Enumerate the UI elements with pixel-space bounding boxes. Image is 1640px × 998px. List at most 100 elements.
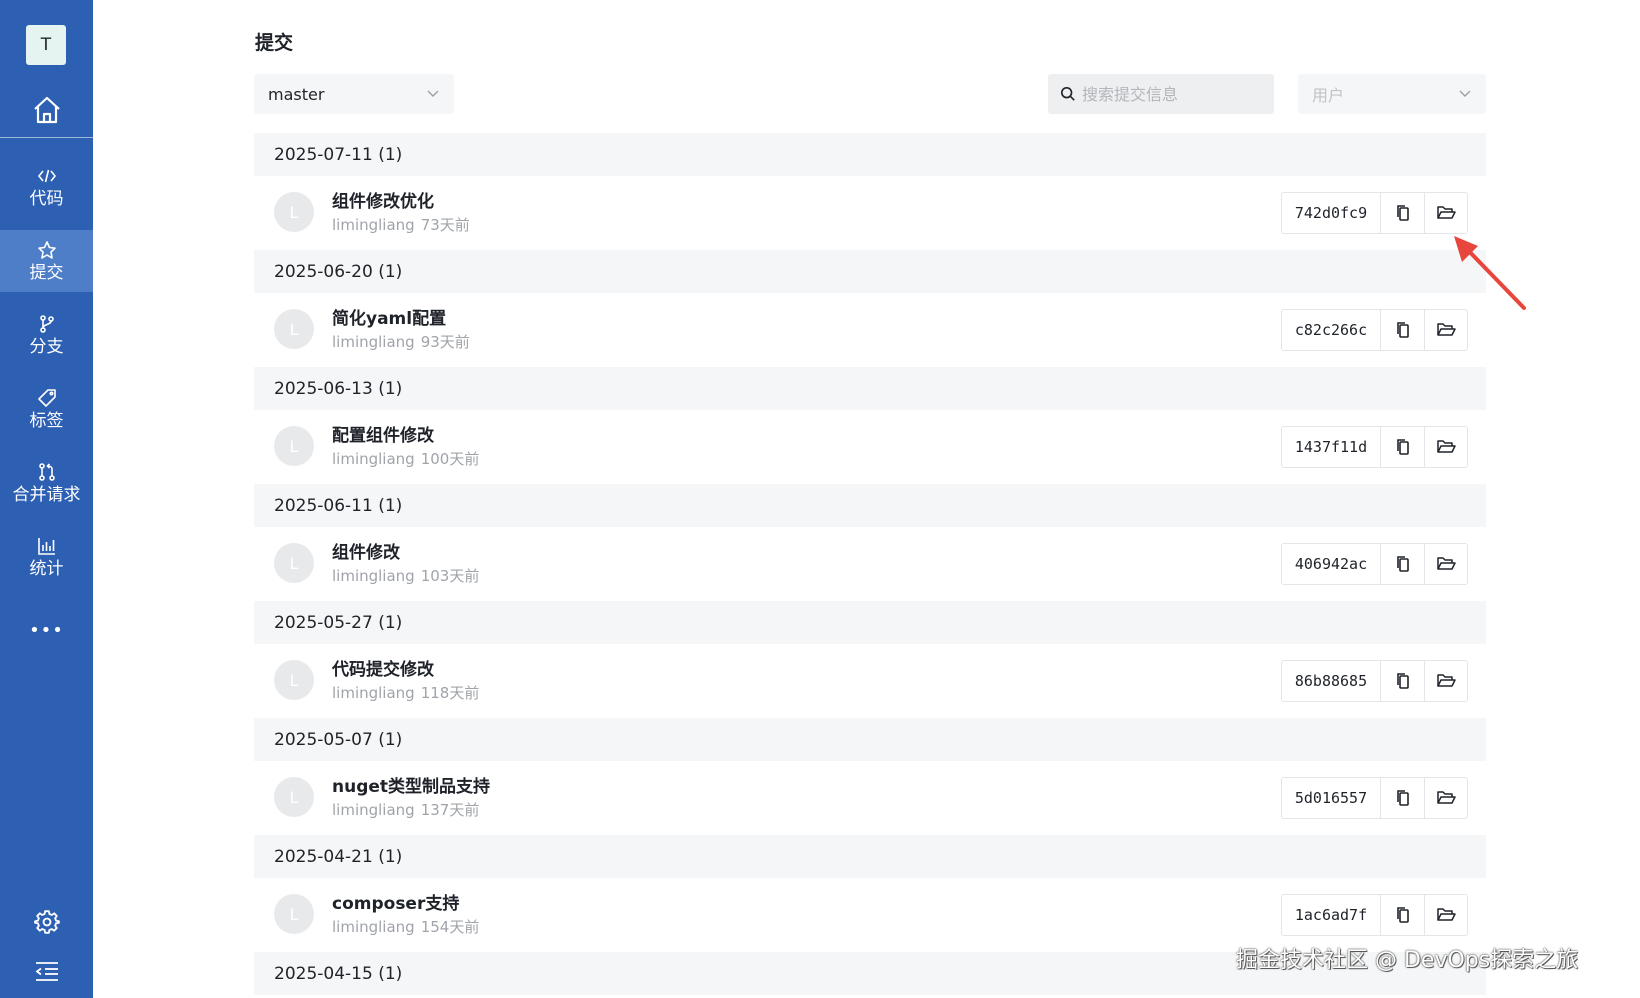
commit-hash-button[interactable]: 1437f11d [1282,427,1381,467]
commit-row[interactable]: L 配置组件修改 limingliang 100天前 1437f11d [254,410,1486,484]
date-group-header: 2025-05-07 (1) [254,718,1486,761]
branch-select[interactable]: master [254,74,454,114]
commit-message[interactable]: 组件修改优化 [332,187,434,212]
copy-icon [1396,205,1409,221]
date-group-header: 2025-04-21 (1) [254,835,1486,878]
chevron-down-icon [1459,90,1471,97]
commit-hash-button[interactable]: 86b88685 [1282,661,1381,701]
copy-hash-button[interactable] [1381,310,1424,350]
copy-icon [1396,439,1409,455]
branch-icon [39,314,54,333]
folder-open-icon [1437,908,1456,921]
commit-message[interactable]: 组件修改 [332,538,400,563]
commit-row[interactable]: L 代码提交修改 limingliang 118天前 86b88685 [254,644,1486,718]
chevron-down-icon [427,90,439,97]
browse-files-button[interactable] [1424,544,1467,584]
sidebar-item-label: 提交 [29,262,64,283]
author-avatar: L [274,894,314,934]
commit-meta: limingliang 118天前 [332,682,479,703]
tag-icon [37,388,56,407]
commit-meta: limingliang 93天前 [332,331,470,352]
commit-meta: limingliang 100天前 [332,448,479,469]
user-select-placeholder: 用户 [1312,86,1345,105]
commit-hash-button[interactable]: c82c266c [1282,310,1381,350]
copy-hash-button[interactable] [1381,661,1424,701]
author-avatar: L [274,426,314,466]
commit-author: limingliang [332,216,415,234]
commit-time: 100天前 [420,450,480,468]
commit-time: 73天前 [420,216,470,234]
settings-button[interactable] [0,908,93,936]
commit-row[interactable]: L nuget类型制品支持 limingliang 137天前 5d016557 [254,761,1486,835]
commit-meta: limingliang 73天前 [332,214,470,235]
commit-author: limingliang [332,801,415,819]
commit-row[interactable]: L 简化yaml配置 limingliang 93天前 c82c266c [254,293,1486,367]
home-icon [33,96,60,124]
sidebar-item-code[interactable]: 代码 [0,156,93,218]
commit-time: 118天前 [420,684,480,702]
search-input[interactable] [1082,84,1262,104]
copy-hash-button[interactable] [1381,427,1424,467]
copy-hash-button[interactable] [1381,778,1424,818]
browse-files-button[interactable] [1424,895,1467,935]
user-select[interactable]: 用户 [1298,74,1486,114]
commit-actions: 406942ac [1281,543,1468,585]
sidebar-item-label: 分支 [29,336,64,357]
sidebar-item-label: 统计 [29,558,64,579]
commit-actions: 742d0fc9 [1281,192,1468,234]
sidebar-item-commits[interactable]: 提交 [0,230,93,292]
commit-time: 137天前 [420,801,480,819]
commit-author: limingliang [332,450,415,468]
sidebar-item-merge-requests[interactable]: 合并请求 [0,452,93,514]
copy-icon [1396,907,1409,923]
copy-icon [1396,673,1409,689]
author-avatar: L [274,192,314,232]
annotation-arrow [1454,236,1526,310]
sidebar-item-tags[interactable]: 标签 [0,378,93,440]
chart-icon [37,537,55,555]
commit-hash-button[interactable]: 1ac6ad7f [1282,895,1381,935]
folder-open-icon [1437,206,1456,219]
copy-hash-button[interactable] [1381,895,1424,935]
commit-search[interactable] [1048,74,1274,114]
sidebar-item-label: 标签 [29,410,64,431]
commit-author: limingliang [332,918,415,936]
commit-hash-button[interactable]: 742d0fc9 [1282,193,1381,233]
copy-hash-button[interactable] [1381,193,1424,233]
project-avatar[interactable]: T [26,25,66,65]
commit-meta: limingliang 103天前 [332,565,479,586]
watermark: 掘金技术社区 @ DevOps探索之旅 [1236,948,1579,973]
commit-author: limingliang [332,684,415,702]
date-group-header: 2025-07-11 (1) [254,133,1486,176]
commit-message[interactable]: nuget类型制品支持 [332,772,490,797]
folder-open-icon [1437,791,1456,804]
commit-row[interactable]: L composer支持 limingliang 154天前 1ac6ad7f [254,878,1486,952]
commit-hash-button[interactable]: 5d016557 [1282,778,1381,818]
commit-message[interactable]: composer支持 [332,889,459,914]
copy-hash-button[interactable] [1381,544,1424,584]
commit-hash-button[interactable]: 406942ac [1282,544,1381,584]
sidebar-item-label: 代码 [29,188,64,209]
collapse-sidebar-button[interactable] [0,958,93,984]
commit-row[interactable]: L 组件修改优化 limingliang 73天前 742d0fc9 [254,176,1486,250]
home-button[interactable] [0,84,93,136]
sidebar: T 代码 提交 分支 标签 合并请求 统计 ••• [0,0,93,998]
commit-author: limingliang [332,333,415,351]
commit-message[interactable]: 配置组件修改 [332,421,434,446]
copy-icon [1396,322,1409,338]
more-button[interactable]: ••• [0,618,93,642]
browse-files-button[interactable] [1424,778,1467,818]
branch-select-value: master [268,84,325,104]
commit-message[interactable]: 代码提交修改 [332,655,434,680]
commit-list: 2025-07-11 (1) L 组件修改优化 limingliang 73天前 … [254,133,1486,995]
date-group-header: 2025-06-13 (1) [254,367,1486,410]
browse-files-button[interactable] [1424,661,1467,701]
sidebar-item-branches[interactable]: 分支 [0,304,93,366]
browse-files-button[interactable] [1424,427,1467,467]
commit-message[interactable]: 简化yaml配置 [332,304,446,329]
browse-files-button[interactable] [1424,193,1467,233]
commit-row[interactable]: L 组件修改 limingliang 103天前 406942ac [254,527,1486,601]
sidebar-item-statistics[interactable]: 统计 [0,526,93,588]
sidebar-item-label: 合并请求 [12,484,81,505]
browse-files-button[interactable] [1424,310,1467,350]
